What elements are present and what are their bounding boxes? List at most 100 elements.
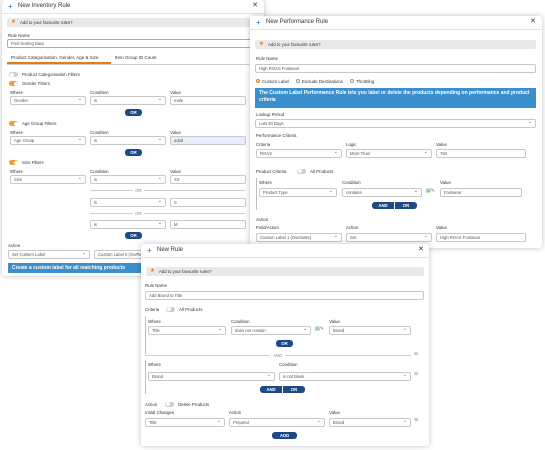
or-separator: OR	[133, 188, 144, 193]
panel-title: New Performance Rule	[266, 19, 329, 25]
and-button[interactable]: AND	[372, 202, 394, 209]
close-icon[interactable]: ✕	[252, 1, 258, 9]
or-button[interactable]: OR	[276, 340, 293, 347]
change-action-select[interactable]: Prepend	[229, 418, 325, 427]
change-value-select[interactable]: Brand	[329, 418, 411, 427]
action-select[interactable]: Set Custom Label	[8, 250, 90, 259]
size-value-input[interactable]: XS	[170, 175, 246, 184]
delete-row-icon[interactable]: ⊖	[414, 371, 418, 377]
size-value-input[interactable]: S	[170, 198, 246, 207]
action-label: Action	[8, 243, 21, 248]
all-products-toggle[interactable]	[297, 168, 306, 174]
panel-header: + New Inventory Rule ✕	[2, 0, 264, 14]
or-divider	[90, 213, 245, 214]
or-button[interactable]: OR	[125, 232, 142, 239]
product-condition-select[interactable]: contains	[342, 188, 422, 197]
star-icon: ★	[150, 268, 155, 274]
or-button[interactable]: OR	[125, 109, 142, 116]
rule-name-input[interactable]: High ROAS Footwear	[255, 64, 536, 73]
delete-group-icon[interactable]: ⊖	[414, 351, 418, 357]
favourite-toggle[interactable]: ★ Add to your favourite rules?	[7, 18, 257, 27]
radio-label: Custom Label	[262, 78, 290, 84]
action-col-label: Action	[346, 225, 359, 230]
criteria-label: Criteria	[256, 142, 271, 147]
panel-header: + New Rule ✕	[141, 244, 429, 258]
condition-select[interactable]: is not blank	[279, 372, 411, 381]
gender-value-input[interactable]: male	[170, 96, 246, 105]
where-select[interactable]: Title	[148, 326, 226, 335]
condition-label: Condition	[90, 130, 109, 135]
where-label: Where	[148, 362, 161, 367]
value-select[interactable]: Brand	[329, 326, 411, 335]
action-label: Action	[145, 402, 158, 407]
categorisation-toggle[interactable]	[9, 72, 18, 77]
action-target-select[interactable]: Custom Label 0 (Overwrite)	[94, 250, 144, 259]
where-select[interactable]: Brand	[148, 372, 275, 381]
value-label: Value	[436, 225, 447, 230]
radio-exclude-destinations[interactable]	[296, 79, 300, 83]
size-toggle[interactable]	[9, 160, 18, 165]
or-button[interactable]: OR	[125, 149, 142, 156]
all-products-label: All Products	[179, 307, 203, 312]
or-divider	[90, 190, 245, 191]
size-condition-select[interactable]: is	[90, 198, 166, 207]
radio-throttling[interactable]	[350, 79, 354, 83]
active-tab-indicator	[7, 62, 111, 64]
tab-underline	[7, 64, 257, 65]
rule-name-input[interactable]: Pool Sorting Data	[7, 39, 259, 48]
where-label: Where	[10, 169, 23, 174]
panel-title: New Inventory Rule	[18, 3, 71, 9]
value-label: Value	[170, 90, 181, 95]
product-value-input[interactable]: Footwear	[440, 188, 522, 197]
gender-toggle[interactable]	[9, 81, 18, 86]
size-where-select[interactable]: Size	[10, 175, 86, 184]
size-condition-select[interactable]: is	[90, 175, 166, 184]
age-condition-select[interactable]: is	[90, 136, 166, 145]
list-edit-icon[interactable]: ▤✎	[426, 188, 435, 194]
criteria-select[interactable]: ROAS	[256, 149, 342, 158]
product-where-select[interactable]: Product Type	[259, 188, 337, 197]
logic-select[interactable]: More Than	[346, 149, 432, 158]
value-input[interactable]: 750	[436, 149, 526, 158]
where-label: Where	[10, 90, 23, 95]
and-button[interactable]: AND	[260, 386, 282, 393]
toggle-label: Product Categorisation Filters	[22, 72, 80, 77]
rule-name-input[interactable]: Add Brand to Title	[145, 291, 424, 300]
tab-item-group[interactable]: Item Group ID Count	[115, 55, 157, 60]
condition-select[interactable]: does not contain	[231, 326, 311, 335]
age-where-select[interactable]: Age Group	[10, 136, 86, 145]
star-icon: ★	[259, 41, 264, 47]
plus-icon: +	[256, 18, 261, 27]
gender-condition-select[interactable]: is	[90, 96, 166, 105]
or-button[interactable]: OR	[283, 386, 305, 393]
close-icon[interactable]: ✕	[418, 245, 424, 253]
add-button[interactable]: ADD	[272, 432, 297, 439]
tab-categorisation[interactable]: Product Categorisation, Gender, Age & Si…	[11, 55, 99, 60]
age-toggle[interactable]	[9, 121, 18, 126]
value-label: Value	[170, 169, 181, 174]
delete-products-toggle[interactable]	[165, 401, 174, 407]
plus-icon: +	[147, 246, 152, 255]
gender-where-select[interactable]: Gender	[10, 96, 86, 105]
value-label: Value	[440, 180, 451, 185]
favourite-toggle[interactable]: ★ Add to your favourite rules?	[255, 40, 536, 49]
and-separator: AND	[270, 352, 286, 358]
field-select[interactable]: Custom Label 1 (Overwrite)	[256, 233, 342, 242]
action-select[interactable]: Set	[346, 233, 432, 242]
radio-custom-label[interactable]	[256, 79, 260, 83]
age-value-input[interactable]: adult	[170, 136, 246, 145]
list-edit-icon[interactable]: ▤✎	[315, 326, 324, 332]
size-value-input[interactable]: M	[170, 220, 246, 229]
delete-change-icon[interactable]: ⊖	[414, 417, 418, 423]
action-value-input[interactable]: High ROAS Footwear	[436, 233, 526, 242]
close-icon[interactable]: ✕	[530, 17, 536, 25]
size-condition-select[interactable]: is	[90, 220, 166, 229]
initial-changes-label: Initial Changes	[145, 410, 175, 415]
criteria-label: Criteria	[145, 307, 160, 312]
all-products-toggle[interactable]	[166, 306, 175, 312]
change-field-select[interactable]: Title	[145, 418, 225, 427]
favourite-toggle[interactable]: ★ Add to your favourite rules?	[146, 267, 424, 276]
condition-label: Condition	[279, 362, 298, 367]
or-button[interactable]: OR	[395, 202, 417, 209]
lookup-period-select[interactable]: Last 30 Days	[255, 119, 536, 128]
